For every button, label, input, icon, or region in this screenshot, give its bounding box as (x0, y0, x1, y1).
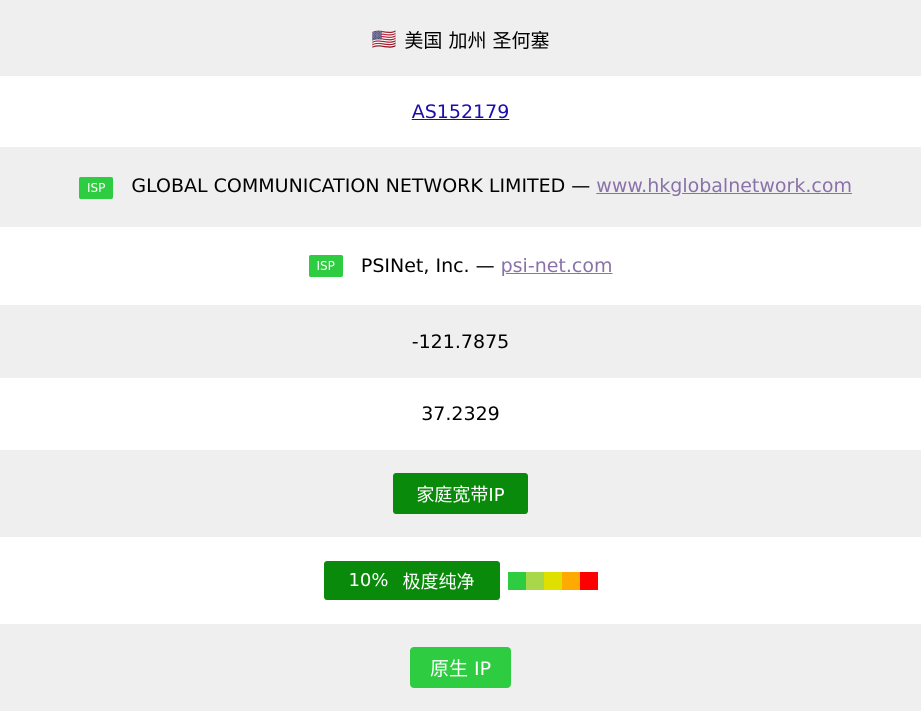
ip-type-row: 家庭宽带IP (0, 450, 921, 537)
asn-link[interactable]: AS152179 (412, 101, 510, 123)
risk-bar-segment (579, 571, 598, 590)
risk-bar-segment (561, 571, 580, 590)
isp-name: PSINet, Inc. (360, 255, 470, 277)
ip-info-table: 🇺🇸 美国 加州 圣何塞 AS152179 ISP GLOBAL COMMUNIC… (0, 0, 921, 711)
risk-bar-segment (507, 571, 526, 590)
location-text: 美国 加州 圣何塞 (404, 29, 550, 52)
us-flag-icon: 🇺🇸 (371, 27, 397, 51)
risk-bar-segment (525, 571, 544, 590)
native-ip-row: 原生 IP (0, 624, 921, 711)
latitude-row: 37.2329 (0, 378, 921, 450)
isp-domain-link[interactable]: www.hkglobalnetwork.com (596, 175, 852, 197)
location-row: 🇺🇸 美国 加州 圣何塞 (0, 0, 921, 76)
isp-row-2: ISP PSINet, Inc. — psi-net.com (0, 227, 921, 305)
longitude-value: -121.7875 (411, 330, 510, 353)
isp-name: GLOBAL COMMUNICATION NETWORK LIMITED (131, 175, 566, 197)
risk-bar-segment (543, 571, 562, 590)
isp-row-1: ISP GLOBAL COMMUNICATION NETWORK LIMITED —… (0, 147, 921, 227)
purity-score-badge: 10% 极度纯净 (323, 561, 500, 600)
purity-row: 10% 极度纯净 (0, 537, 921, 624)
longitude-row: -121.7875 (0, 305, 921, 378)
asn-row: AS152179 (0, 76, 921, 147)
native-ip-badge: 原生 IP (410, 647, 511, 688)
isp-separator: — (475, 255, 495, 277)
isp-badge: ISP (79, 177, 114, 199)
purity-label: 极度纯净 (402, 571, 475, 593)
ip-type-badge: 家庭宽带IP (393, 473, 528, 514)
purity-percent: 10% (348, 570, 389, 591)
isp-separator: — (571, 175, 591, 197)
latitude-value: 37.2329 (421, 403, 500, 425)
isp-domain-link[interactable]: psi-net.com (501, 255, 613, 277)
isp-row-1-content: ISP GLOBAL COMMUNICATION NETWORK LIMITED —… (79, 175, 852, 199)
risk-level-bar (507, 571, 598, 590)
isp-badge: ISP (308, 255, 343, 277)
